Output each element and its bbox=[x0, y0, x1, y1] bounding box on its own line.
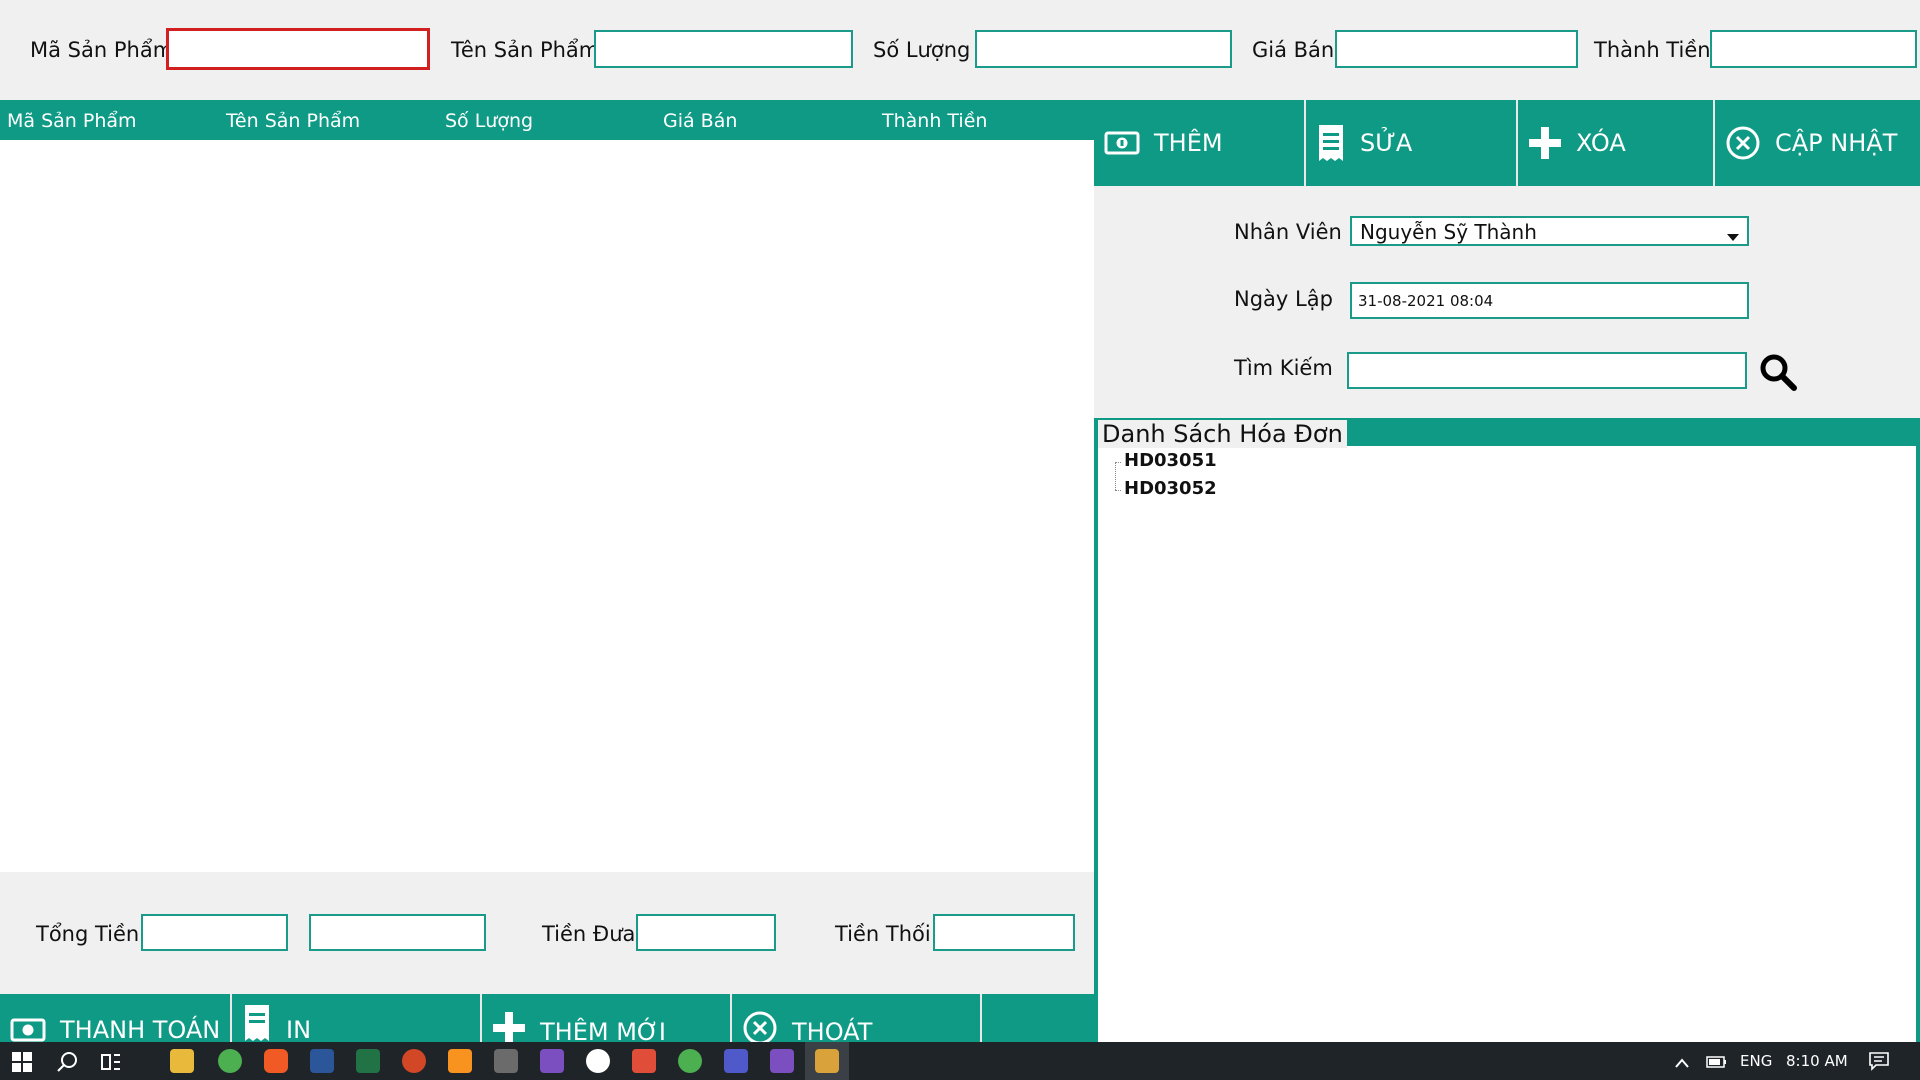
invoice-item[interactable]: HD03051 bbox=[1124, 450, 1217, 471]
winforms-app-icon bbox=[815, 1049, 839, 1073]
tien-thoi-input[interactable] bbox=[933, 914, 1075, 951]
xoa-label: XÓA bbox=[1576, 129, 1626, 157]
clock[interactable]: 8:10 AM bbox=[1786, 1052, 1848, 1070]
in-label: IN bbox=[286, 1016, 312, 1042]
tools-icon[interactable] bbox=[494, 1049, 518, 1073]
battery-icon[interactable] bbox=[1706, 1054, 1728, 1073]
ten-san-pham-label: Tên Sản Phẩm bbox=[451, 38, 600, 62]
app-circle-icon[interactable] bbox=[586, 1049, 610, 1073]
gia-ban-input[interactable] bbox=[1335, 30, 1578, 68]
them-button[interactable]: THÊM bbox=[1094, 100, 1306, 186]
task-view-icon[interactable] bbox=[100, 1051, 122, 1077]
nhan-vien-value: Nguyễn Sỹ Thành bbox=[1360, 220, 1537, 244]
file-explorer-icon[interactable] bbox=[170, 1049, 194, 1073]
in-button[interactable]: IN bbox=[232, 994, 482, 1042]
chrome-icon[interactable] bbox=[678, 1049, 702, 1073]
invoice-item[interactable]: HD03052 bbox=[1124, 478, 1217, 499]
app-icon[interactable] bbox=[448, 1049, 472, 1073]
tong-tien-input[interactable] bbox=[141, 914, 288, 951]
windows-start-icon[interactable] bbox=[12, 1052, 32, 1076]
visual-studio-icon[interactable] bbox=[540, 1049, 564, 1073]
gia-ban-label: Giá Bán bbox=[1252, 38, 1335, 62]
thanh-tien-input[interactable] bbox=[1710, 30, 1917, 68]
ten-san-pham-input[interactable] bbox=[594, 30, 853, 68]
tree-line bbox=[1115, 490, 1121, 491]
tien-dua-label: Tiền Đưa bbox=[542, 922, 636, 946]
brave-icon[interactable] bbox=[264, 1049, 288, 1073]
search-icon[interactable] bbox=[56, 1051, 78, 1077]
plus-icon bbox=[492, 1011, 526, 1042]
column-header-thanh-tien[interactable]: Thành Tiền bbox=[882, 110, 987, 132]
them-label: THÊM bbox=[1154, 129, 1223, 157]
so-luong-label: Số Lượng bbox=[873, 38, 971, 62]
plus-icon bbox=[1528, 126, 1562, 160]
so-luong-input[interactable] bbox=[975, 30, 1232, 68]
tong-tien-text-input[interactable] bbox=[309, 914, 486, 951]
chevron-down-icon bbox=[1727, 227, 1739, 246]
invoice-list-title: Danh Sách Hóa Đơn bbox=[1098, 420, 1347, 448]
sua-label: SỬA bbox=[1360, 129, 1413, 157]
tim-kiem-label: Tìm Kiếm bbox=[1234, 356, 1333, 380]
active-app-highlight[interactable] bbox=[805, 1042, 849, 1080]
receipt-icon bbox=[242, 1003, 272, 1042]
chevron-up-icon[interactable] bbox=[1674, 1054, 1690, 1073]
taskbar: ENG 8:10 AM bbox=[0, 1042, 1920, 1080]
ngay-lap-datepicker[interactable]: 31-08-2021 08:04 bbox=[1350, 282, 1749, 319]
thoat-button[interactable]: THOÁT bbox=[732, 994, 982, 1042]
thanh-toan-label: THANH TOÁN bbox=[60, 1016, 221, 1042]
tien-dua-input[interactable] bbox=[636, 914, 776, 951]
thanh-tien-label: Thành Tiền bbox=[1594, 38, 1711, 62]
notification-icon[interactable] bbox=[1868, 1051, 1890, 1075]
cap-nhat-label: CẬP NHẬT bbox=[1775, 129, 1898, 157]
them-moi-label: THÊM MỚI bbox=[540, 1018, 666, 1042]
ma-san-pham-input[interactable] bbox=[166, 28, 430, 70]
ngay-lap-label: Ngày Lập bbox=[1234, 287, 1333, 311]
nhan-vien-label: Nhân Viên bbox=[1234, 220, 1342, 244]
close-circle-icon bbox=[1725, 125, 1761, 161]
column-header-ten[interactable]: Tên Sản Phẩm bbox=[226, 110, 360, 132]
money-icon bbox=[10, 1017, 46, 1042]
invoice-list-group: HD03051 HD03052 bbox=[1094, 426, 1920, 1042]
search-icon[interactable] bbox=[1758, 352, 1798, 392]
app-icon[interactable] bbox=[632, 1049, 656, 1073]
language-indicator[interactable]: ENG bbox=[1740, 1052, 1772, 1070]
teams-icon[interactable] bbox=[724, 1049, 748, 1073]
product-table-body[interactable] bbox=[0, 140, 1094, 872]
receipt-icon bbox=[1316, 123, 1346, 163]
tree-line bbox=[1115, 462, 1121, 463]
tree-line bbox=[1115, 462, 1116, 490]
sua-button[interactable]: SỬA bbox=[1306, 100, 1518, 186]
visual-studio-icon[interactable] bbox=[770, 1049, 794, 1073]
column-header-gia-ban[interactable]: Giá Bán bbox=[663, 110, 737, 132]
empty-action-button[interactable] bbox=[982, 994, 1094, 1042]
thoat-label: THOÁT bbox=[792, 1018, 873, 1042]
ngay-lap-value: 31-08-2021 08:04 bbox=[1358, 292, 1494, 310]
column-header-ma[interactable]: Mã Sản Phẩm bbox=[7, 110, 137, 132]
xoa-button[interactable]: XÓA bbox=[1518, 100, 1715, 186]
word-icon[interactable] bbox=[310, 1049, 334, 1073]
column-header-so-luong[interactable]: Số Lượng bbox=[445, 110, 533, 132]
powerpoint-icon[interactable] bbox=[402, 1049, 426, 1073]
them-moi-button[interactable]: THÊM MỚI bbox=[482, 994, 732, 1042]
thanh-toan-button[interactable]: THANH TOÁN bbox=[0, 994, 232, 1042]
tim-kiem-input[interactable] bbox=[1347, 352, 1747, 389]
tong-tien-label: Tổng Tiền bbox=[36, 922, 140, 946]
close-circle-icon bbox=[742, 1010, 778, 1042]
excel-icon[interactable] bbox=[356, 1049, 380, 1073]
cap-nhat-button[interactable]: CẬP NHẬT bbox=[1715, 100, 1920, 186]
invoice-tree[interactable]: HD03051 HD03052 bbox=[1098, 446, 1916, 1042]
chrome-icon[interactable] bbox=[218, 1049, 242, 1073]
money-icon bbox=[1104, 130, 1140, 156]
nhan-vien-select[interactable]: Nguyễn Sỹ Thành bbox=[1350, 216, 1749, 246]
ma-san-pham-label: Mã Sản Phẩm bbox=[30, 38, 174, 62]
table-header: Mã Sản Phẩm Tên Sản Phẩm Số Lượng Giá Bá… bbox=[0, 100, 1094, 140]
tien-thoi-label: Tiền Thối bbox=[835, 922, 931, 946]
